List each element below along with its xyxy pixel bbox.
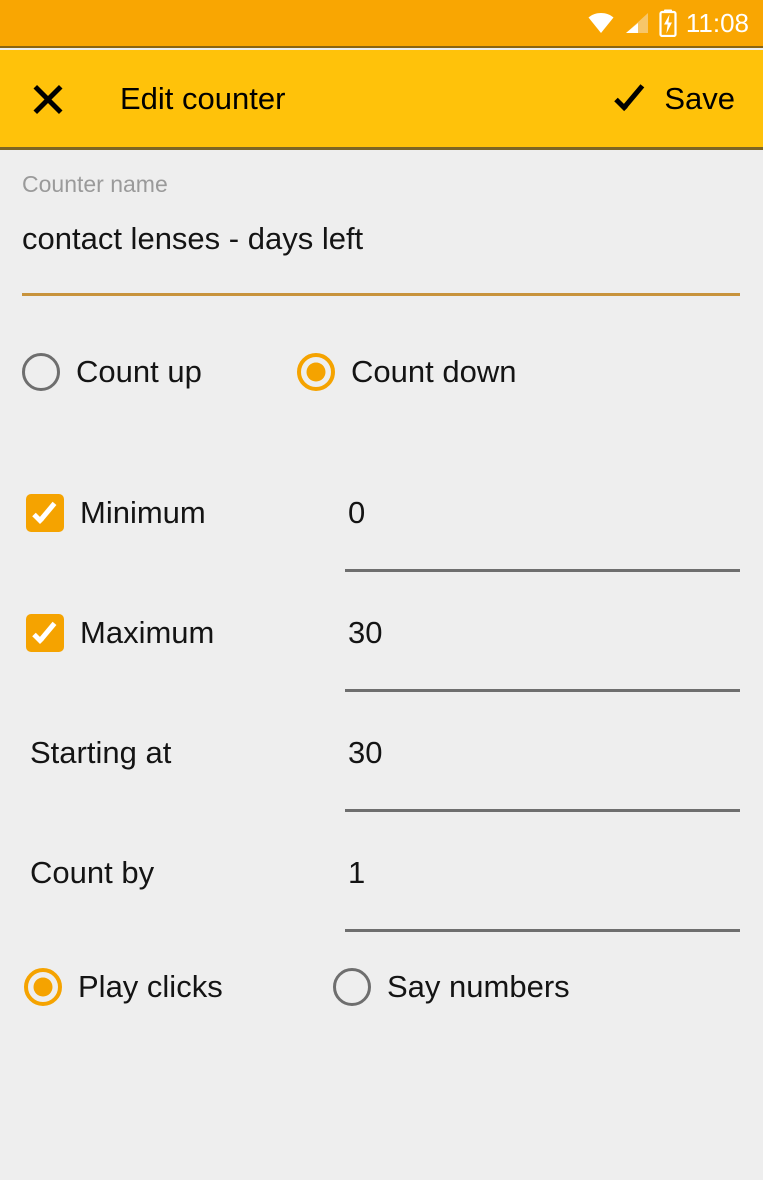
starting-at-label-area: Starting at <box>0 723 171 783</box>
counter-name-input[interactable]: contact lenses - days left <box>22 221 363 257</box>
checkbox-checked-icon[interactable] <box>26 494 64 532</box>
radio-unselected-icon <box>333 968 371 1006</box>
page-title: Edit counter <box>120 80 286 116</box>
count-by-underline <box>345 929 740 932</box>
radio-count-up-label: Count up <box>76 354 202 389</box>
wifi-icon <box>588 13 614 33</box>
starting-at-input[interactable]: 30 <box>348 723 382 783</box>
radio-play-clicks-label: Play clicks <box>78 969 223 1004</box>
maximum-input[interactable]: 30 <box>348 603 382 663</box>
row-count-by: Count by 1 <box>0 843 763 963</box>
minimum-input[interactable]: 0 <box>348 483 365 543</box>
checkbox-checked-icon[interactable] <box>26 614 64 652</box>
edit-counter-screen: 11:08 Edit counter Save Counter name con… <box>0 0 763 1180</box>
radio-count-down-label: Count down <box>351 354 517 389</box>
save-button[interactable]: Save <box>594 49 763 149</box>
radio-unselected-icon <box>22 353 60 391</box>
status-icons <box>587 9 677 37</box>
minimum-checkbox-area[interactable]: Minimum <box>0 483 206 543</box>
starting-at-underline <box>345 809 740 812</box>
close-icon <box>31 82 65 116</box>
row-starting-at: Starting at 30 <box>0 723 763 843</box>
save-button-label: Save <box>664 80 735 116</box>
radio-say-numbers[interactable]: Say numbers <box>333 968 570 1006</box>
radio-selected-icon <box>24 968 62 1006</box>
radio-count-up[interactable]: Count up <box>22 353 202 391</box>
maximum-label: Maximum <box>80 615 215 650</box>
maximum-underline <box>345 689 740 692</box>
row-maximum: Maximum 30 <box>0 603 763 723</box>
check-icon <box>614 84 646 114</box>
battery-charging-icon <box>659 9 677 37</box>
cellular-signal-icon <box>625 13 648 33</box>
count-by-label-area: Count by <box>0 843 154 903</box>
count-direction-group: Count up Count down <box>0 353 763 417</box>
count-by-label: Count by <box>30 855 155 890</box>
starting-at-label: Starting at <box>30 735 172 770</box>
app-toolbar: Edit counter Save <box>0 50 763 150</box>
radio-selected-icon <box>297 353 335 391</box>
counter-name-underline <box>22 293 740 296</box>
row-minimum: Minimum 0 <box>0 483 763 603</box>
minimum-underline <box>345 569 740 572</box>
sound-mode-group: Play clicks Say numbers <box>0 968 763 1032</box>
maximum-checkbox-area[interactable]: Maximum <box>0 603 214 663</box>
count-by-input[interactable]: 1 <box>348 843 365 903</box>
status-bar: 11:08 <box>0 0 763 48</box>
form-content: Counter name contact lenses - days left … <box>0 153 763 1180</box>
counter-name-label: Counter name <box>22 171 168 197</box>
close-button[interactable] <box>0 49 96 149</box>
radio-say-numbers-label: Say numbers <box>387 969 570 1004</box>
status-bar-clock: 11:08 <box>685 8 749 38</box>
minimum-label: Minimum <box>80 495 206 530</box>
radio-play-clicks[interactable]: Play clicks <box>24 968 223 1006</box>
radio-count-down[interactable]: Count down <box>297 353 516 391</box>
